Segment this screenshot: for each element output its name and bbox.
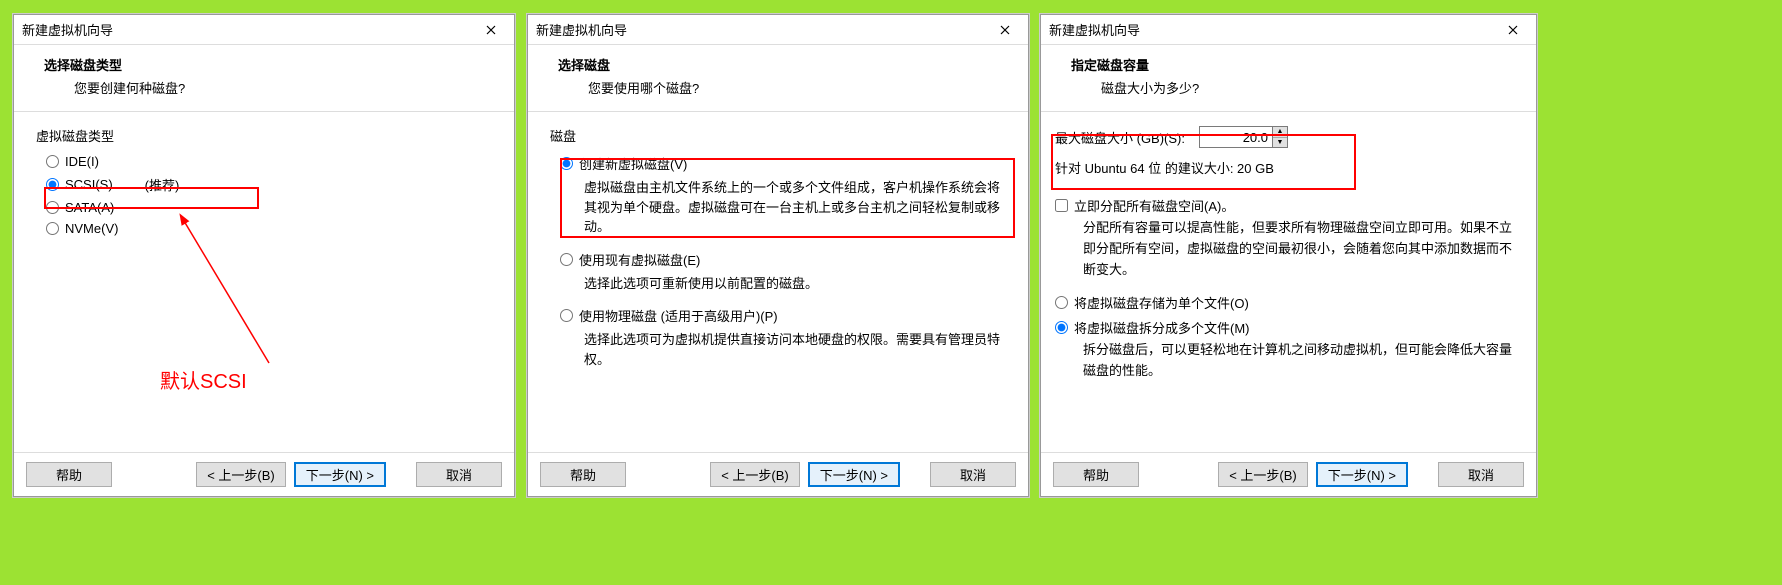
- radio-use-physical[interactable]: [560, 309, 573, 322]
- window-title: 新建虚拟机向导: [536, 20, 627, 39]
- cancel-button[interactable]: 取消: [416, 462, 502, 487]
- radio-label-scsi: SCSI(S): [65, 177, 113, 192]
- radio-option-use-existing[interactable]: 使用现有虚拟磁盘(E): [550, 247, 1010, 272]
- cancel-button[interactable]: 取消: [1438, 462, 1524, 487]
- spinner-buttons[interactable]: ▲ ▼: [1272, 127, 1287, 147]
- checkbox-allocate-now[interactable]: [1055, 199, 1068, 212]
- help-button[interactable]: 帮助: [1053, 462, 1139, 487]
- close-icon: [486, 25, 496, 35]
- radio-sata[interactable]: [46, 201, 59, 214]
- close-button[interactable]: [476, 19, 506, 41]
- radio-option-store-split[interactable]: 将虚拟磁盘拆分成多个文件(M): [1055, 315, 1522, 340]
- wizard-step-title: 指定磁盘容量: [1071, 55, 1518, 74]
- next-button[interactable]: 下一步(N) >: [1316, 462, 1408, 487]
- wizard-dialog-disk-capacity: 新建虚拟机向导 指定磁盘容量 磁盘大小为多少? 最大磁盘大小 (GB)(S): …: [1040, 14, 1537, 497]
- radio-option-scsi[interactable]: SCSI(S) (推荐): [36, 172, 496, 197]
- recommendation-text: 针对 Ubuntu 64 位 的建议大小: 20 GB: [1055, 158, 1522, 177]
- desc-use-existing: 选择此选项可重新使用以前配置的磁盘。: [550, 272, 1010, 304]
- radio-label-create-new: 创建新虚拟磁盘(V): [579, 154, 687, 173]
- content-area: 磁盘 创建新虚拟磁盘(V) 虚拟磁盘由主机文件系统上的一个或多个文件组成，客户机…: [528, 112, 1028, 389]
- max-size-row: 最大磁盘大小 (GB)(S): ▲ ▼: [1055, 126, 1522, 148]
- radio-label-use-physical: 使用物理磁盘 (适用于高级用户)(P): [579, 306, 778, 325]
- desc-allocate-now: 分配所有容量可以提高性能，但要求所有物理磁盘空间立即可用。如果不立即分配所有空间…: [1055, 218, 1522, 280]
- desc-use-physical: 选择此选项可为虚拟机提供直接访问本地硬盘的权限。需要具有管理员特权。: [550, 328, 1010, 379]
- titlebar: 新建虚拟机向导: [14, 15, 514, 45]
- cancel-button[interactable]: 取消: [930, 462, 1016, 487]
- desc-create-new: 虚拟磁盘由主机文件系统上的一个或多个文件组成，客户机操作系统会将其视为单个硬盘。…: [550, 176, 1010, 247]
- radio-option-store-single[interactable]: 将虚拟磁盘存储为单个文件(O): [1055, 290, 1522, 315]
- radio-option-nvme[interactable]: NVMe(V): [36, 218, 496, 239]
- max-size-label: 最大磁盘大小 (GB)(S):: [1055, 128, 1185, 147]
- desc-store-split: 拆分磁盘后，可以更轻松地在计算机之间移动虚拟机，但可能会降低大容量磁盘的性能。: [1055, 340, 1522, 382]
- help-button[interactable]: 帮助: [540, 462, 626, 487]
- spinner-up-icon[interactable]: ▲: [1273, 127, 1287, 138]
- wizard-header: 选择磁盘 您要使用哪个磁盘?: [528, 45, 1028, 112]
- radio-store-split[interactable]: [1055, 321, 1068, 334]
- next-button[interactable]: 下一步(N) >: [294, 462, 386, 487]
- radio-option-create-new[interactable]: 创建新虚拟磁盘(V): [550, 151, 1010, 176]
- wizard-step-subtitle: 您要使用哪个磁盘?: [558, 78, 1010, 97]
- button-bar: 帮助 < 上一步(B) 下一步(N) > 取消: [528, 452, 1028, 496]
- wizard-dialog-disk-type: 新建虚拟机向导 选择磁盘类型 您要创建何种磁盘? 虚拟磁盘类型 IDE(I) S…: [13, 14, 515, 497]
- titlebar: 新建虚拟机向导: [1041, 15, 1536, 45]
- button-bar: 帮助 < 上一步(B) 下一步(N) > 取消: [1041, 452, 1536, 496]
- content-area: 最大磁盘大小 (GB)(S): ▲ ▼ 针对 Ubuntu 64 位 的建议大小…: [1041, 112, 1536, 392]
- wizard-header: 选择磁盘类型 您要创建何种磁盘?: [14, 45, 514, 112]
- radio-ide[interactable]: [46, 155, 59, 168]
- button-bar: 帮助 < 上一步(B) 下一步(N) > 取消: [14, 452, 514, 496]
- radio-label-sata: SATA(A): [65, 200, 114, 215]
- radio-label-ide: IDE(I): [65, 154, 99, 169]
- wizard-step-subtitle: 磁盘大小为多少?: [1071, 78, 1518, 97]
- checkbox-allocate-now-row[interactable]: 立即分配所有磁盘空间(A)。: [1055, 193, 1522, 218]
- radio-option-use-physical[interactable]: 使用物理磁盘 (适用于高级用户)(P): [550, 303, 1010, 328]
- radio-option-sata[interactable]: SATA(A): [36, 197, 496, 218]
- close-button[interactable]: [1498, 19, 1528, 41]
- radio-label-use-existing: 使用现有虚拟磁盘(E): [579, 250, 700, 269]
- wizard-step-subtitle: 您要创建何种磁盘?: [44, 78, 496, 97]
- group-label-disk-type: 虚拟磁盘类型: [36, 126, 496, 145]
- annotation-text: 默认SCSI: [160, 365, 247, 394]
- back-button[interactable]: < 上一步(B): [196, 462, 286, 487]
- max-size-input[interactable]: [1200, 127, 1272, 147]
- next-button[interactable]: 下一步(N) >: [808, 462, 900, 487]
- wizard-step-title: 选择磁盘类型: [44, 55, 496, 74]
- radio-label-nvme: NVMe(V): [65, 221, 118, 236]
- radio-label-store-split: 将虚拟磁盘拆分成多个文件(M): [1074, 318, 1250, 337]
- radio-scsi-recommended: (推荐): [145, 175, 180, 194]
- radio-option-ide[interactable]: IDE(I): [36, 151, 496, 172]
- radio-nvme[interactable]: [46, 222, 59, 235]
- radio-scsi[interactable]: [46, 178, 59, 191]
- radio-use-existing[interactable]: [560, 253, 573, 266]
- max-size-spinner[interactable]: ▲ ▼: [1199, 126, 1288, 148]
- content-area: 虚拟磁盘类型 IDE(I) SCSI(S) (推荐) SATA(A) NVMe(…: [14, 112, 514, 249]
- back-button[interactable]: < 上一步(B): [710, 462, 800, 487]
- wizard-header: 指定磁盘容量 磁盘大小为多少?: [1041, 45, 1536, 112]
- spinner-down-icon[interactable]: ▼: [1273, 138, 1287, 148]
- radio-create-new[interactable]: [560, 157, 573, 170]
- wizard-dialog-select-disk: 新建虚拟机向导 选择磁盘 您要使用哪个磁盘? 磁盘 创建新虚拟磁盘(V) 虚拟磁…: [527, 14, 1029, 497]
- close-icon: [1000, 25, 1010, 35]
- radio-store-single[interactable]: [1055, 296, 1068, 309]
- window-title: 新建虚拟机向导: [1049, 20, 1140, 39]
- checkbox-allocate-now-label: 立即分配所有磁盘空间(A)。: [1074, 196, 1234, 215]
- close-button[interactable]: [990, 19, 1020, 41]
- back-button[interactable]: < 上一步(B): [1218, 462, 1308, 487]
- group-label-disk: 磁盘: [550, 126, 1010, 145]
- close-icon: [1508, 25, 1518, 35]
- titlebar: 新建虚拟机向导: [528, 15, 1028, 45]
- radio-label-store-single: 将虚拟磁盘存储为单个文件(O): [1074, 293, 1249, 312]
- help-button[interactable]: 帮助: [26, 462, 112, 487]
- window-title: 新建虚拟机向导: [22, 20, 113, 39]
- wizard-step-title: 选择磁盘: [558, 55, 1010, 74]
